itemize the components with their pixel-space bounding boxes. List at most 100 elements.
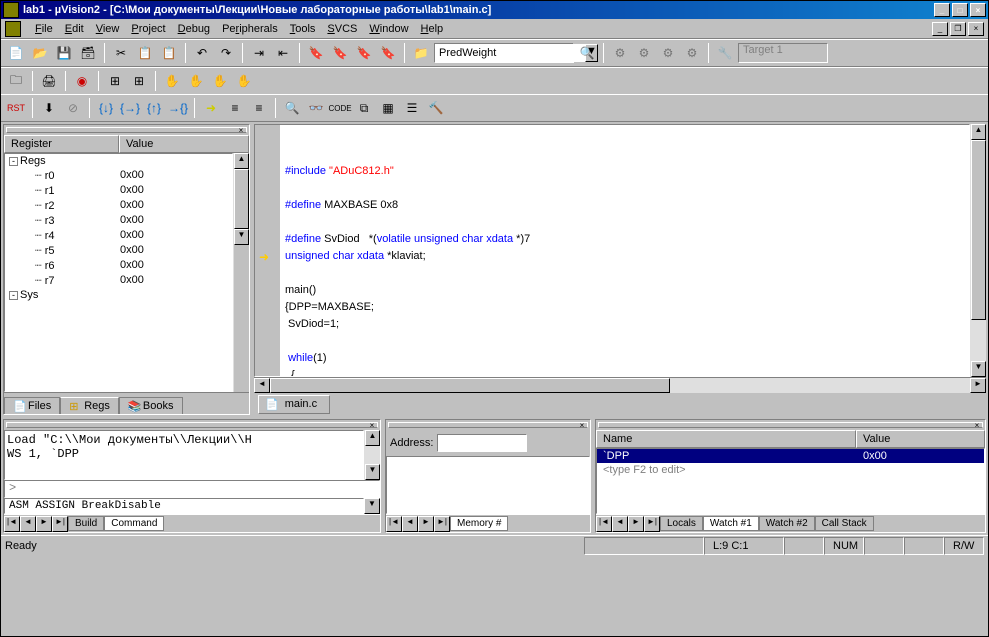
nav-first-icon[interactable]: |◄ (386, 516, 402, 532)
panel-close-icon[interactable]: × (577, 421, 587, 429)
panel-close-icon[interactable]: × (972, 421, 982, 429)
run-to-cursor-icon[interactable]: →{} (167, 97, 189, 119)
hand4-icon[interactable]: ✋ (233, 70, 255, 92)
serial-icon[interactable]: ⧉ (353, 97, 375, 119)
step-over-icon[interactable]: {→} (119, 97, 141, 119)
tree-collapse-icon[interactable]: - (9, 157, 18, 166)
code-editor[interactable]: ➜#include "ADuC812.h" #define MAXBASE 0x… (254, 124, 970, 377)
cut-icon[interactable]: ✂ (110, 42, 132, 64)
step-out-icon[interactable]: {↑} (143, 97, 165, 119)
tab-books[interactable]: 📚Books (119, 397, 183, 414)
dock-grip[interactable]: × (6, 422, 378, 428)
menu-peripherals[interactable]: Peripherals (216, 21, 284, 37)
build-icon[interactable]: ⚙ (609, 42, 631, 64)
scroll-up-icon[interactable]: ▲ (365, 430, 380, 446)
menu-project[interactable]: Project (125, 21, 171, 37)
redo-icon[interactable]: ↷ (215, 42, 237, 64)
scroll-down-icon[interactable]: ▼ (365, 464, 380, 480)
watch-hdr-value[interactable]: Value (856, 430, 985, 448)
tab-files[interactable]: 📄Files (4, 397, 60, 414)
command-input[interactable]: > (4, 480, 380, 498)
enable-trace-icon[interactable]: ≡ (224, 97, 246, 119)
mdi-close-button[interactable]: × (968, 22, 984, 36)
menu-debug[interactable]: Debug (172, 21, 216, 37)
save-icon[interactable]: 💾 (53, 42, 75, 64)
nav-last-icon[interactable]: ►| (644, 516, 660, 532)
register-list[interactable]: -Regs ┈ r00x00 ┈ r10x00 ┈ r20x00 ┈ r30x0… (4, 153, 233, 392)
mdi-restore-button[interactable]: ❐ (950, 22, 966, 36)
view-trace-icon[interactable]: ≡ (248, 97, 270, 119)
menu-window[interactable]: Window (363, 21, 414, 37)
cmd-scrollbar[interactable]: ▲ ▼ (364, 430, 380, 480)
target-combo[interactable]: Target 1 (738, 43, 828, 63)
watch-hdr-name[interactable]: Name (596, 430, 856, 448)
tab-build[interactable]: Build (68, 516, 104, 531)
batch-build-icon[interactable]: ⚙ (657, 42, 679, 64)
menu-file[interactable]: File (29, 21, 59, 37)
address-input[interactable] (437, 434, 527, 452)
bookmark-clear-icon[interactable]: 🔖 (377, 42, 399, 64)
copy-icon[interactable]: 📋 (134, 42, 156, 64)
open-file-icon[interactable]: 📂 (29, 42, 51, 64)
indent-icon[interactable]: ⇥ (248, 42, 270, 64)
watch-list[interactable]: `DPP 0x00 <type F2 to edit> (596, 448, 985, 514)
tab-watch1[interactable]: Watch #1 (703, 516, 759, 531)
options-icon[interactable]: 🔧 (714, 42, 736, 64)
run-icon[interactable]: ⬇ (38, 97, 60, 119)
scroll-up-icon[interactable]: ▲ (971, 124, 986, 140)
watch-icon[interactable]: 👓 (305, 97, 327, 119)
bookmark-toggle-icon[interactable]: 🔖 (305, 42, 327, 64)
tab-watch2[interactable]: Watch #2 (759, 516, 815, 531)
editor-scrollbar-v[interactable]: ▲ ▼ (970, 124, 986, 377)
disasm-icon[interactable]: 🔍 (281, 97, 303, 119)
debug-icon[interactable]: ◉ (71, 70, 93, 92)
nav-first-icon[interactable]: |◄ (4, 516, 20, 532)
tab-command[interactable]: Command (104, 516, 164, 531)
editor-scrollbar-h[interactable]: ◄ ► (254, 377, 986, 393)
nav-prev-icon[interactable]: ◄ (20, 516, 36, 532)
maximize-button[interactable]: □ (952, 3, 968, 17)
nav-next-icon[interactable]: ► (628, 516, 644, 532)
nav-prev-icon[interactable]: ◄ (612, 516, 628, 532)
step-into-icon[interactable]: {↓} (95, 97, 117, 119)
search-combo[interactable]: ▼ (434, 43, 574, 63)
nav-first-icon[interactable]: |◄ (596, 516, 612, 532)
tab-memory[interactable]: Memory # (450, 516, 508, 531)
bookmark-prev-icon[interactable]: 🔖 (353, 42, 375, 64)
search-input[interactable] (435, 44, 585, 62)
watch-row[interactable]: <type F2 to edit> (597, 463, 984, 477)
hint-dd-icon[interactable]: ▼ (364, 498, 380, 514)
perf-icon[interactable]: ☰ (401, 97, 423, 119)
scroll-thumb[interactable] (270, 378, 670, 393)
paste-icon[interactable]: 📋 (158, 42, 180, 64)
menu-edit[interactable]: Edit (59, 21, 90, 37)
command-output[interactable]: Load "C:\\Мои документы\\Лекции\\Н WS 1,… (4, 430, 364, 480)
tree-collapse-icon[interactable]: - (9, 291, 18, 300)
outdent-icon[interactable]: ⇤ (272, 42, 294, 64)
scroll-down-icon[interactable]: ▼ (971, 361, 986, 377)
stop-icon[interactable]: ⊘ (62, 97, 84, 119)
breakpoint-icon[interactable]: ⊞ (104, 70, 126, 92)
new-file-icon[interactable]: 📄 (5, 42, 27, 64)
tab-regs[interactable]: ⊞Regs (60, 397, 119, 414)
scroll-down-icon[interactable]: ▼ (234, 229, 249, 245)
print-icon[interactable]: 🖨 (38, 70, 60, 92)
breakpoint2-icon[interactable]: ⊞ (128, 70, 150, 92)
scroll-left-icon[interactable]: ◄ (254, 378, 270, 393)
nav-next-icon[interactable]: ► (36, 516, 52, 532)
register-scrollbar[interactable]: ▲ ▼ (233, 153, 249, 392)
memory-content[interactable] (386, 456, 590, 514)
toolbox-icon[interactable]: 🔨 (425, 97, 447, 119)
rebuild-icon[interactable]: ⚙ (633, 42, 655, 64)
nav-last-icon[interactable]: ►| (434, 516, 450, 532)
scroll-up-icon[interactable]: ▲ (234, 153, 249, 169)
dock-grip[interactable]: × (598, 422, 983, 428)
panel-close-icon[interactable]: × (367, 421, 377, 429)
project-window-icon[interactable]: 🗀 (5, 70, 27, 92)
show-next-icon[interactable]: ➜ (200, 97, 222, 119)
reg-header-value[interactable]: Value (119, 135, 249, 153)
find-icon[interactable]: 🔍 (576, 42, 598, 64)
watch-row-selected[interactable]: `DPP 0x00 (597, 449, 984, 463)
nav-prev-icon[interactable]: ◄ (402, 516, 418, 532)
tab-main-c[interactable]: 📄main.c (258, 395, 330, 414)
